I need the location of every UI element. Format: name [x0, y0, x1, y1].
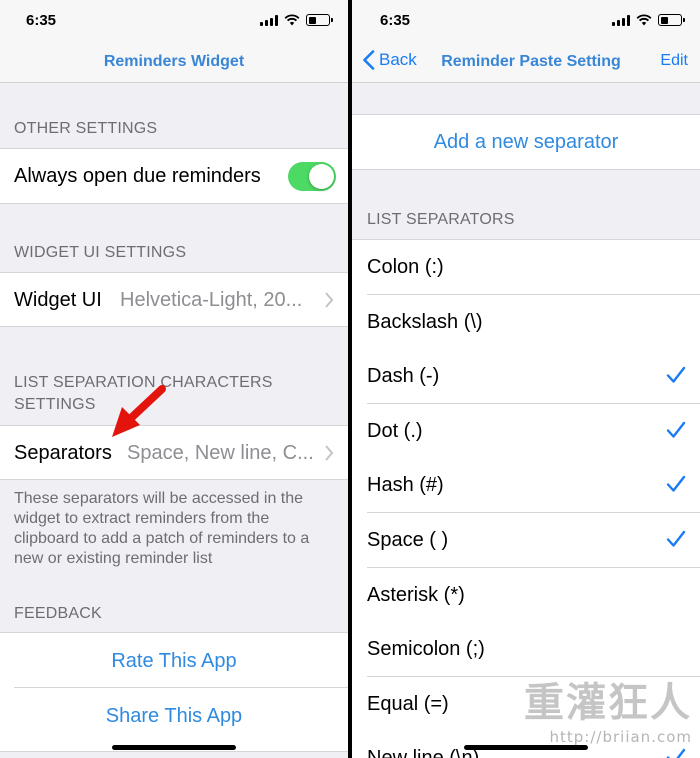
- chevron-right-icon: [325, 292, 334, 308]
- separator-row[interactable]: Dot (.): [352, 403, 700, 459]
- separator-label: Backslash (\): [367, 310, 483, 333]
- status-icons: [260, 14, 333, 26]
- add-separator-cell: Add a new separator: [352, 114, 700, 170]
- widget-ui-cell[interactable]: Widget UI Helvetica-Light, 20...: [0, 272, 348, 327]
- page-title: Reminder Paste Setting: [441, 53, 621, 70]
- cellular-signal-icon: [612, 14, 630, 26]
- edit-button[interactable]: Edit: [660, 52, 688, 70]
- rate-app-button[interactable]: Rate This App: [0, 650, 348, 673]
- separator-label: Asterisk (*): [367, 583, 465, 606]
- separator-row[interactable]: Backslash (\): [352, 294, 700, 350]
- add-separator-button[interactable]: Add a new separator: [352, 131, 700, 154]
- divider: [14, 687, 348, 688]
- separator-label: Hash (#): [367, 474, 444, 497]
- separator-row[interactable]: Semicolon (;): [352, 622, 700, 678]
- other-settings-header: OTHER SETTINGS: [14, 120, 158, 137]
- checkmark-icon: [666, 366, 686, 383]
- home-indicator: [112, 745, 236, 750]
- status-bar: 6:35: [0, 0, 348, 40]
- separators-label: Separators: [14, 442, 112, 464]
- status-bar: 6:35: [352, 0, 700, 40]
- separator-label: Space ( ): [367, 529, 449, 551]
- separators-cell[interactable]: Separators Space, New line, C...: [0, 425, 348, 480]
- widget-ui-header: WIDGET UI SETTINGS: [14, 244, 187, 261]
- always-open-toggle[interactable]: [288, 162, 336, 191]
- checkmark-icon: [666, 421, 686, 438]
- always-open-label: Always open due reminders: [14, 165, 261, 187]
- battery-icon: [306, 14, 333, 26]
- nav-bar: Back Reminder Paste Setting Edit: [352, 40, 700, 83]
- separator-label: New line (\n): [367, 747, 479, 758]
- list-separators-header: LIST SEPARATORS: [367, 211, 515, 228]
- page-title: Reminders Widget: [103, 53, 245, 70]
- share-app-button[interactable]: Share This App: [0, 705, 348, 728]
- widget-ui-label: Widget UI: [14, 289, 102, 311]
- separator-row[interactable]: Colon (:): [352, 240, 700, 295]
- wifi-icon: [284, 14, 300, 26]
- reminders-widget-screen: 6:35 Reminders Widget OTHER SETTINGS Alw…: [0, 0, 348, 758]
- separator-label: Equal (=): [367, 692, 449, 715]
- separators-footer-text: These separators will be accessed in the…: [14, 490, 310, 567]
- separator-row[interactable]: Asterisk (*): [352, 567, 700, 623]
- feedback-header: FEEDBACK: [14, 605, 102, 622]
- separator-row[interactable]: Hash (#): [352, 458, 700, 514]
- feedback-group: Rate This App Share This App: [0, 632, 348, 752]
- checkmark-icon: [666, 476, 686, 493]
- separator-row[interactable]: Dash (-): [352, 349, 700, 405]
- widget-ui-value: Helvetica-Light, 20...: [120, 289, 303, 311]
- status-time: 6:35: [26, 12, 57, 29]
- status-time: 6:35: [380, 12, 411, 29]
- separators-value: Space, New line, C...: [127, 442, 314, 464]
- nav-bar: Reminders Widget: [0, 40, 348, 83]
- separator-label: Dot (.): [367, 419, 423, 442]
- chevron-right-icon: [325, 445, 334, 461]
- separator-label: Dash (-): [367, 365, 440, 388]
- always-open-cell: Always open due reminders: [0, 148, 348, 204]
- separator-label: Colon (:): [367, 256, 444, 278]
- annotation-arrow-icon: [112, 385, 166, 437]
- separator-row[interactable]: Space ( ): [352, 513, 700, 568]
- status-icons: [612, 14, 685, 26]
- battery-icon: [658, 14, 685, 26]
- reminder-paste-setting-screen: 6:35 Back Reminder Paste Setting Edit Ad…: [352, 0, 700, 758]
- wifi-icon: [636, 14, 652, 26]
- checkmark-icon: [666, 749, 686, 758]
- checkmark-icon: [666, 530, 686, 547]
- cellular-signal-icon: [260, 14, 278, 26]
- separator-label: Semicolon (;): [367, 638, 485, 661]
- home-indicator: [464, 745, 588, 750]
- separator-list: Colon (:) Backslash (\) Dash (-) Dot (.) Has…: [352, 239, 700, 758]
- separator-row[interactable]: Equal (=): [352, 676, 700, 732]
